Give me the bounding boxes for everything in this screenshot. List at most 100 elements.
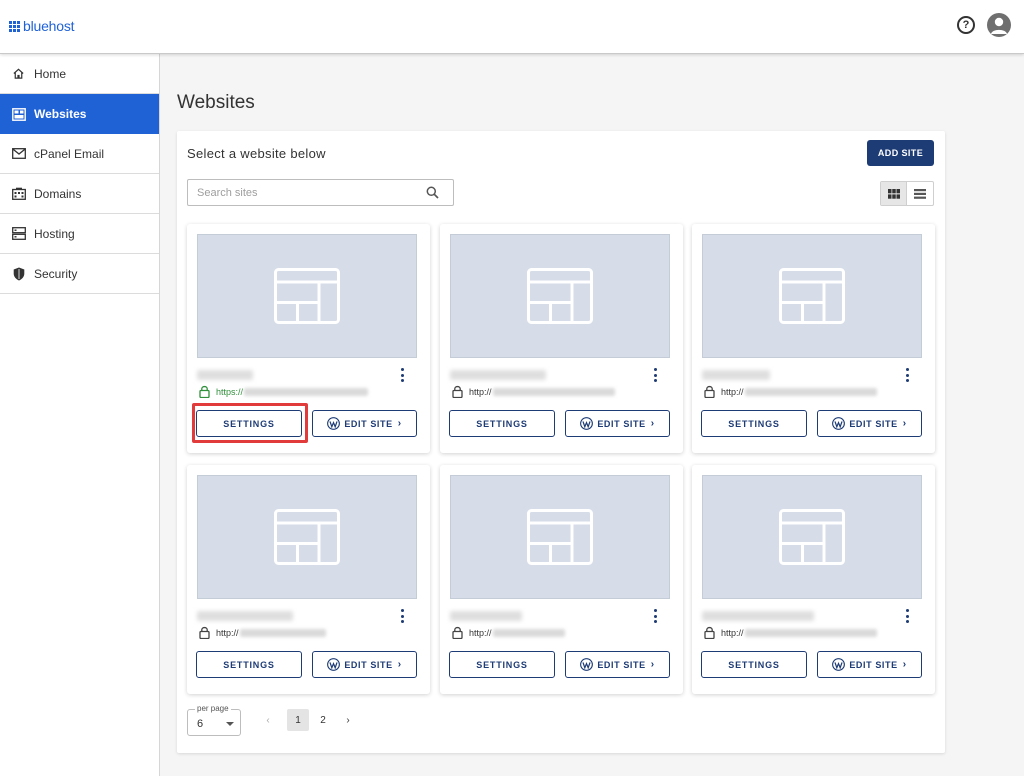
settings-button[interactable]: SETTINGS <box>701 410 807 437</box>
site-thumbnail[interactable] <box>450 475 670 599</box>
edit-site-button[interactable]: EDIT SITE › <box>817 651 922 678</box>
sidebar-item-home[interactable]: Home <box>0 54 159 94</box>
site-card: http:// SETTINGS EDIT SITE › <box>692 224 935 453</box>
page-button[interactable]: 2 <box>312 709 334 731</box>
site-name-redacted <box>197 370 253 380</box>
more-options-icon[interactable] <box>401 609 405 623</box>
website-placeholder-icon <box>274 268 340 324</box>
site-name-redacted <box>450 611 522 621</box>
help-icon[interactable]: ? <box>957 16 975 34</box>
site-name-redacted <box>450 370 546 380</box>
next-page-icon[interactable]: › <box>337 709 359 731</box>
edit-site-button[interactable]: EDIT SITE › <box>565 651 670 678</box>
url-redacted <box>492 387 615 396</box>
edit-site-label: EDIT SITE <box>849 418 898 429</box>
home-icon <box>11 66 26 81</box>
more-options-icon[interactable] <box>401 368 405 382</box>
site-url[interactable]: http:// <box>704 626 877 639</box>
more-options-icon[interactable] <box>654 368 658 382</box>
url-redacted <box>239 628 326 637</box>
chevron-right-icon: › <box>902 418 907 429</box>
site-card: https:// SETTINGS EDIT SITE › <box>187 224 430 453</box>
lock-icon <box>199 626 210 639</box>
website-placeholder-icon <box>527 268 593 324</box>
more-options-icon[interactable] <box>906 609 910 623</box>
websites-panel: Select a website below ADD SITE https://… <box>177 131 945 753</box>
wordpress-icon <box>580 658 594 671</box>
url-redacted <box>744 387 877 396</box>
url-protocol: https:// <box>216 386 244 397</box>
list-view-icon[interactable] <box>907 182 933 205</box>
site-card: http:// SETTINGS EDIT SITE › <box>187 465 430 694</box>
page-button-current[interactable]: 1 <box>287 709 309 731</box>
site-url[interactable]: http:// <box>452 385 615 398</box>
settings-button[interactable]: SETTINGS <box>449 410 555 437</box>
site-name-redacted <box>702 611 814 621</box>
search-box <box>187 179 454 206</box>
shield-icon <box>11 266 26 281</box>
site-thumbnail[interactable] <box>197 475 417 599</box>
mail-icon <box>11 146 26 161</box>
search-input[interactable] <box>188 180 418 205</box>
add-site-button[interactable]: ADD SITE <box>867 140 934 166</box>
sidebar: Home Websites cPanel Email Domains Hosti… <box>0 54 160 776</box>
lock-icon <box>452 385 463 398</box>
edit-site-label: EDIT SITE <box>597 659 646 670</box>
settings-button[interactable]: SETTINGS <box>449 651 555 678</box>
per-page-select[interactable]: per page 6 <box>187 704 241 736</box>
site-thumbnail[interactable] <box>702 234 922 358</box>
website-placeholder-icon <box>779 509 845 565</box>
sidebar-item-websites[interactable]: Websites <box>0 94 159 134</box>
sidebar-item-label: Security <box>34 266 78 281</box>
logo-grid-icon <box>9 20 20 32</box>
chevron-right-icon: › <box>397 418 402 429</box>
site-card: http:// SETTINGS EDIT SITE › <box>440 465 683 694</box>
site-thumbnail[interactable] <box>197 234 417 358</box>
chevron-right-icon: › <box>902 659 907 670</box>
edit-site-button[interactable]: EDIT SITE › <box>312 410 417 437</box>
sidebar-item-hosting[interactable]: Hosting <box>0 214 159 254</box>
sidebar-item-cpanel-email[interactable]: cPanel Email <box>0 134 159 174</box>
wordpress-icon <box>580 417 594 430</box>
hosting-icon <box>11 226 26 241</box>
sidebar-item-domains[interactable]: Domains <box>0 174 159 214</box>
search-icon[interactable] <box>426 186 439 204</box>
edit-site-button[interactable]: EDIT SITE › <box>312 651 417 678</box>
sidebar-item-security[interactable]: Security <box>0 254 159 294</box>
grid-view-icon[interactable] <box>881 182 907 205</box>
prev-page-icon[interactable]: ‹ <box>257 709 279 731</box>
website-placeholder-icon <box>274 509 340 565</box>
panel-title: Select a website below <box>187 146 326 161</box>
chevron-right-icon: › <box>650 418 655 429</box>
chevron-right-icon: › <box>397 659 402 670</box>
settings-button[interactable]: SETTINGS <box>196 651 302 678</box>
site-url[interactable]: http:// <box>704 385 877 398</box>
url-redacted <box>744 628 877 637</box>
url-protocol: http:// <box>469 627 492 638</box>
edit-site-label: EDIT SITE <box>849 659 898 670</box>
view-toggle <box>880 181 934 206</box>
bluehost-logo[interactable]: bluehost <box>9 18 75 34</box>
settings-button[interactable]: SETTINGS <box>701 651 807 678</box>
site-url[interactable]: http:// <box>199 626 326 639</box>
domains-icon <box>11 186 26 201</box>
edit-site-button[interactable]: EDIT SITE › <box>565 410 670 437</box>
page-title: Websites <box>177 92 255 113</box>
site-url[interactable]: https:// <box>199 385 369 398</box>
websites-icon <box>11 107 26 122</box>
site-url[interactable]: http:// <box>452 626 565 639</box>
user-avatar-icon[interactable] <box>987 13 1011 37</box>
settings-button[interactable]: SETTINGS <box>196 410 302 437</box>
website-placeholder-icon <box>779 268 845 324</box>
site-name-redacted <box>702 370 770 380</box>
edit-site-button[interactable]: EDIT SITE › <box>817 410 922 437</box>
edit-site-label: EDIT SITE <box>597 418 646 429</box>
url-protocol: http:// <box>469 386 492 397</box>
url-protocol: http:// <box>216 627 239 638</box>
site-thumbnail[interactable] <box>450 234 670 358</box>
more-options-icon[interactable] <box>906 368 910 382</box>
site-thumbnail[interactable] <box>702 475 922 599</box>
site-card: http:// SETTINGS EDIT SITE › <box>692 465 935 694</box>
more-options-icon[interactable] <box>654 609 658 623</box>
sidebar-item-label: Domains <box>34 186 82 201</box>
